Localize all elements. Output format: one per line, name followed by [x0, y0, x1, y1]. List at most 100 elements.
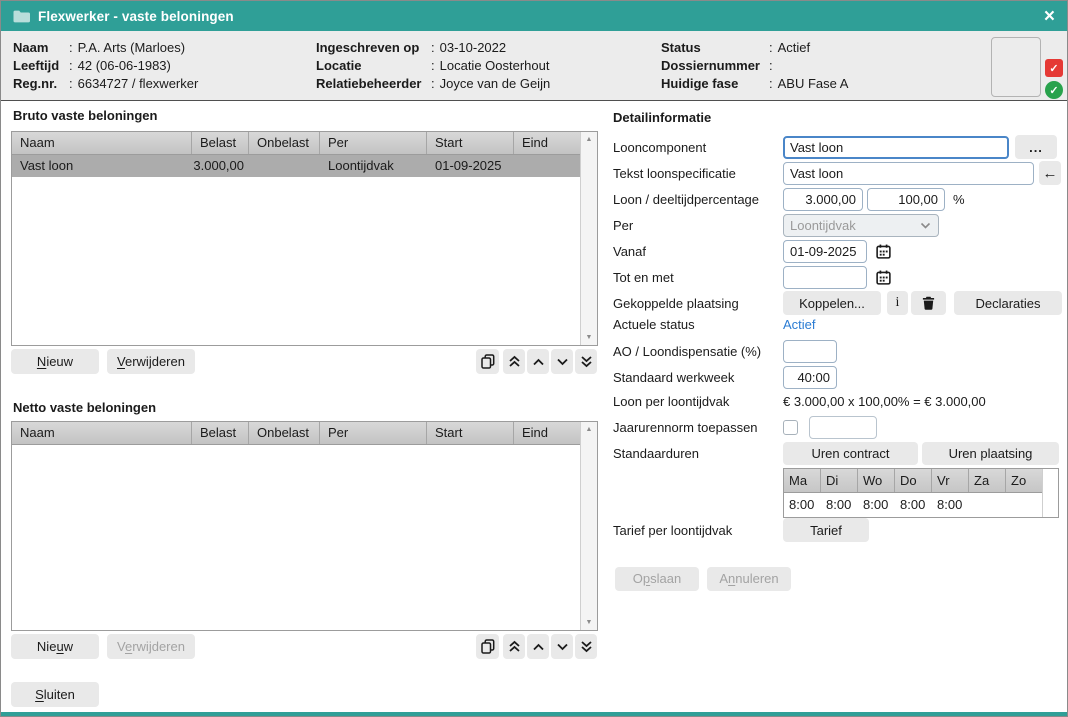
- column-header[interactable]: Start: [427, 422, 514, 444]
- bruto-nieuw-button[interactable]: Nieuw: [11, 349, 99, 374]
- vanaf-input[interactable]: [783, 240, 867, 263]
- looncomponent-input[interactable]: [783, 136, 1009, 159]
- tekst-loonspecificatie-label: Tekst loonspecificatie: [613, 166, 783, 181]
- header-field-status: Status:Actief: [661, 40, 810, 56]
- netto-table[interactable]: Naam Belast Onbelast Per Start Eind ▲ ▼: [11, 421, 598, 631]
- hours-cell[interactable]: 8:00: [932, 493, 969, 517]
- annuleren-button[interactable]: Annuleren: [707, 567, 791, 591]
- netto-move-up-button[interactable]: [527, 634, 549, 659]
- bruto-move-down-button[interactable]: [551, 349, 573, 374]
- green-check-icon[interactable]: ✓: [1045, 81, 1063, 99]
- header-field-ingeschreven: Ingeschreven op:03-10-2022: [316, 40, 506, 56]
- tarief-per-loontijdvak-label: Tarief per loontijdvak: [613, 523, 783, 538]
- looncomponent-browse-button[interactable]: ...: [1015, 135, 1057, 159]
- netto-move-bottom-button[interactable]: [575, 634, 597, 659]
- koppelen-button[interactable]: Koppelen...: [783, 291, 881, 315]
- tekst-loonspecificatie-input[interactable]: [783, 162, 1034, 185]
- arrow-left-icon: ←: [1043, 165, 1058, 182]
- tarief-button[interactable]: Tarief: [783, 518, 869, 542]
- scroll-down-icon[interactable]: ▼: [586, 619, 593, 626]
- loon-deeltijdpercentage-label: Loon / deeltijdpercentage: [613, 192, 783, 207]
- uren-contract-button[interactable]: Uren contract: [783, 442, 918, 465]
- bruto-table-header: Naam Belast Onbelast Per Start Eind: [12, 132, 580, 155]
- bruto-move-top-button[interactable]: [503, 349, 525, 374]
- hours-cell[interactable]: 8:00: [821, 493, 858, 517]
- column-header[interactable]: Naam: [12, 132, 192, 154]
- column-header[interactable]: Belast: [192, 422, 249, 444]
- loon-input[interactable]: [783, 188, 863, 211]
- weekday-header-cell: Za: [969, 469, 1006, 492]
- delete-link-button[interactable]: [911, 291, 946, 315]
- sluiten-button[interactable]: Sluiten: [11, 682, 99, 707]
- ao-loondispensatie-input[interactable]: [783, 340, 837, 363]
- netto-nieuw-button[interactable]: Nieuw: [11, 634, 99, 659]
- tot-en-met-calendar-icon[interactable]: [874, 268, 892, 286]
- bruto-move-bottom-button[interactable]: [575, 349, 597, 374]
- loon-per-loontijdvak-label: Loon per loontijdvak: [613, 394, 783, 409]
- chevron-down-icon: [556, 358, 569, 366]
- opslaan-button[interactable]: Opslaan: [615, 567, 699, 591]
- hours-cell[interactable]: [969, 493, 1006, 517]
- scroll-down-icon[interactable]: ▼: [586, 334, 593, 341]
- jaarurennorm-checkbox[interactable]: [783, 420, 798, 435]
- weekday-header-cell: Wo: [858, 469, 895, 492]
- bruto-verwijderen-button[interactable]: Verwijderen: [107, 349, 195, 374]
- info-button[interactable]: i: [887, 291, 908, 315]
- copy-icon: [481, 354, 495, 369]
- hours-cell[interactable]: 8:00: [858, 493, 895, 517]
- copy-from-component-button[interactable]: ←: [1039, 161, 1061, 185]
- info-icon: i: [896, 295, 900, 311]
- netto-verwijderen-button[interactable]: Verwijderen: [107, 634, 195, 659]
- column-header[interactable]: Per: [320, 132, 427, 154]
- weekday-header-cell: Ma: [784, 469, 821, 492]
- netto-copy-button[interactable]: [476, 634, 499, 659]
- double-chevron-up-icon: [508, 640, 521, 653]
- weekday-header-cell: Di: [821, 469, 858, 492]
- column-header[interactable]: Eind: [514, 422, 580, 444]
- standaarduren-table[interactable]: Ma Di Wo Do Vr Za Zo 8:00 8:00 8:00 8:00…: [783, 468, 1059, 518]
- header-field-dossiernummer: Dossiernummer:: [661, 58, 778, 74]
- bruto-copy-button[interactable]: [476, 349, 499, 374]
- scroll-up-icon[interactable]: ▲: [586, 136, 593, 143]
- header-field-regnr: Reg.nr.:6634727 / flexwerker: [13, 76, 198, 92]
- weekday-header-cell: Do: [895, 469, 932, 492]
- hours-cell[interactable]: [1006, 493, 1043, 517]
- vertical-scrollbar[interactable]: ▲ ▼: [580, 422, 597, 630]
- percent-suffix: %: [953, 192, 965, 207]
- weekday-hours-row[interactable]: 8:00 8:00 8:00 8:00 8:00: [784, 493, 1043, 517]
- vertical-scrollbar[interactable]: [1042, 469, 1058, 517]
- tot-en-met-input[interactable]: [783, 266, 867, 289]
- column-header[interactable]: Naam: [12, 422, 192, 444]
- photo-placeholder: [991, 37, 1041, 97]
- netto-move-top-button[interactable]: [503, 634, 525, 659]
- standaard-werkweek-input[interactable]: [783, 366, 837, 389]
- window-bottom-bar: [1, 712, 1067, 716]
- table-row[interactable]: Vast loon 3.000,00 Loontijdvak 01-09-202…: [12, 155, 580, 177]
- column-header[interactable]: Per: [320, 422, 427, 444]
- column-header[interactable]: Start: [427, 132, 514, 154]
- netto-move-down-button[interactable]: [551, 634, 573, 659]
- bruto-move-up-button[interactable]: [527, 349, 549, 374]
- vertical-scrollbar[interactable]: ▲ ▼: [580, 132, 597, 345]
- gekoppelde-plaatsing-label: Gekoppelde plaatsing: [613, 296, 783, 311]
- bruto-table[interactable]: Naam Belast Onbelast Per Start Eind Vast…: [11, 131, 598, 346]
- per-select[interactable]: Loontijdvak: [783, 214, 939, 237]
- red-check-icon[interactable]: ✓: [1045, 59, 1063, 77]
- actuele-status-value[interactable]: Actief: [783, 317, 816, 332]
- column-header[interactable]: Belast: [192, 132, 249, 154]
- weekday-header: Ma Di Wo Do Vr Za Zo: [784, 469, 1043, 493]
- column-header[interactable]: Onbelast: [249, 132, 320, 154]
- declaraties-button[interactable]: Declaraties: [954, 291, 1062, 315]
- hours-cell[interactable]: 8:00: [784, 493, 821, 517]
- actuele-status-label: Actuele status: [613, 317, 783, 332]
- column-header[interactable]: Eind: [514, 132, 580, 154]
- scroll-up-icon[interactable]: ▲: [586, 426, 593, 433]
- jaarurennorm-input[interactable]: [809, 416, 877, 439]
- deeltijdpercentage-input[interactable]: [867, 188, 945, 211]
- vanaf-calendar-icon[interactable]: [874, 242, 892, 260]
- hours-cell[interactable]: 8:00: [895, 493, 932, 517]
- column-header[interactable]: Onbelast: [249, 422, 320, 444]
- close-icon[interactable]: ×: [1044, 7, 1055, 26]
- standaard-werkweek-label: Standaard werkweek: [613, 370, 783, 385]
- uren-plaatsing-button[interactable]: Uren plaatsing: [922, 442, 1059, 465]
